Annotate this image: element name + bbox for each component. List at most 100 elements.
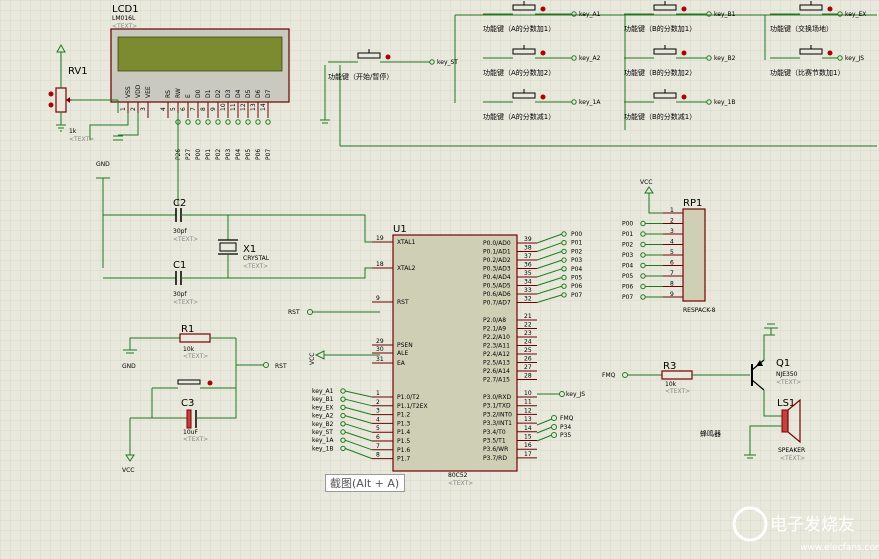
rp1-net-label: P05 bbox=[622, 273, 633, 280]
p3-fmq-net: FMQ bbox=[560, 415, 574, 422]
lcd-net-label: P04 bbox=[235, 149, 242, 160]
p0-net-label: P01 bbox=[571, 240, 582, 247]
p0-net-label: P00 bbox=[571, 231, 582, 238]
u1-text: <TEXT> bbox=[448, 480, 473, 487]
switch-pin-marker bbox=[540, 50, 546, 56]
rp1-pin-number: 5 bbox=[670, 249, 674, 256]
lcd1-ref: LCD1 bbox=[112, 4, 139, 15]
rp1-pin-number: 3 bbox=[670, 228, 674, 235]
u1-pin-number: 6 bbox=[376, 434, 380, 441]
u1-pin-label: P3.1/TXD bbox=[483, 403, 511, 410]
rp1-pin-number: 8 bbox=[670, 281, 674, 288]
lcd-pin-number: 6 bbox=[180, 107, 187, 111]
switch-actuator[interactable] bbox=[799, 4, 823, 11]
ea-vcc-label: VCC bbox=[309, 353, 316, 365]
r3-net: FMQ bbox=[602, 372, 616, 379]
switch-label: 功能键（交换场地） bbox=[770, 24, 833, 33]
lcd-pin-number: 9 bbox=[210, 107, 217, 111]
switch-pin-marker bbox=[681, 6, 687, 12]
switch-label: 功能键（A的分数加1） bbox=[483, 24, 555, 33]
lcd-pin-label: RS bbox=[165, 90, 172, 98]
u1-pin-number: 36 bbox=[524, 262, 532, 269]
switch-actuator[interactable] bbox=[653, 4, 677, 11]
u1-part: 80C52 bbox=[448, 472, 468, 479]
u1-pin-label: P0.1/AD1 bbox=[483, 249, 511, 256]
q1-part: NJE350 bbox=[776, 371, 798, 378]
u1-pin-label: P0.7/AD7 bbox=[483, 300, 511, 307]
ls1-part: SPEAKER bbox=[778, 447, 805, 454]
u1-pin-label: P1.0/T2 bbox=[397, 394, 420, 401]
watermark-logo-icon bbox=[732, 506, 768, 542]
u1-pin-label: P0.2/AD2 bbox=[483, 257, 511, 264]
u1-pin-label: P2.1/A9 bbox=[483, 326, 506, 333]
rp1-net-label: P06 bbox=[622, 284, 633, 291]
p1-net-label: key_A1 bbox=[312, 388, 334, 395]
p0-net-label: P04 bbox=[571, 266, 582, 273]
rv1-value: 1k bbox=[69, 128, 77, 135]
p0-net-label: P02 bbox=[571, 248, 582, 255]
u1-pin-number: 24 bbox=[524, 339, 532, 346]
p0-net-label: P06 bbox=[571, 283, 582, 290]
lcd-net-label: P06 bbox=[255, 149, 262, 160]
rst-label-2: RST bbox=[275, 363, 287, 370]
u1-pin-number: 39 bbox=[524, 236, 532, 243]
p1-net-label: key_1B bbox=[312, 445, 333, 452]
u1-pin-number: 32 bbox=[524, 296, 532, 303]
screenshot-tooltip: 截图(Alt + A) bbox=[325, 474, 405, 492]
u1-pin-label: P1.5 bbox=[397, 438, 410, 445]
u1-pin-label: ALE bbox=[397, 350, 408, 357]
switch-actuator[interactable] bbox=[653, 48, 677, 55]
x1-text: <TEXT> bbox=[243, 263, 268, 270]
lcd-pin-label: RW bbox=[175, 88, 182, 98]
switch-actuator[interactable] bbox=[512, 4, 536, 11]
u1-pin-label: P2.3/A11 bbox=[483, 343, 510, 350]
u1-pin-label: P1.7 bbox=[397, 456, 410, 463]
u1-pin-number: 15 bbox=[524, 434, 532, 441]
u1-pin-label: XTAL2 bbox=[397, 265, 416, 272]
u1-pin-number: 3 bbox=[376, 408, 380, 415]
lcd1-model: LM016L bbox=[112, 15, 136, 22]
switch-pin-marker bbox=[540, 6, 546, 12]
u1-pin-number: 26 bbox=[524, 356, 532, 363]
switch-net-label: key_A1 bbox=[579, 11, 601, 18]
watermark: 电子发烧友 www.elecfans.com bbox=[732, 506, 878, 553]
lcd-pin-label: E bbox=[185, 94, 192, 98]
u1[interactable]: U1 19 XTAL1 18 XTAL2 9 RST 29 PSEN 30 ALE 31 EA 1 P1.… bbox=[372, 224, 537, 487]
x1-value: CRYSTAL bbox=[243, 255, 270, 262]
switch-actuator[interactable] bbox=[512, 92, 536, 99]
rp1-part: RESPACK-8 bbox=[683, 307, 716, 314]
u1-pin-label: P3.6/WR bbox=[483, 446, 508, 453]
buzzer-label: 蜂鸣器 bbox=[700, 429, 721, 438]
switch-pin-marker bbox=[827, 6, 833, 12]
lcd-pin-number: 13 bbox=[250, 103, 257, 111]
switch-actuator[interactable] bbox=[512, 48, 536, 55]
switch-actuator[interactable] bbox=[357, 52, 381, 59]
p1-net-label: key_B1 bbox=[312, 396, 334, 403]
u1-pin-number: 31 bbox=[376, 356, 384, 363]
u1-pin-label: P3.7/RD bbox=[483, 455, 507, 462]
u1-pin-label: P3.0/RXD bbox=[483, 394, 511, 401]
switch-actuator[interactable] bbox=[653, 92, 677, 99]
u1-pin-number: 27 bbox=[524, 364, 532, 371]
switch-net-label: key_B2 bbox=[714, 55, 736, 62]
switch-actuator[interactable] bbox=[799, 48, 823, 55]
u1-pin-label: XTAL1 bbox=[397, 239, 416, 246]
lcd-pin-label: D1 bbox=[205, 89, 212, 98]
p1-net-label: key_A2 bbox=[312, 413, 334, 420]
rp1-net-label: P03 bbox=[622, 252, 633, 259]
switch-label: 功能键（B的分数加2） bbox=[624, 68, 696, 77]
u1-ref: U1 bbox=[393, 224, 407, 235]
u1-pin-number: 37 bbox=[524, 253, 532, 260]
switch-net-label: key_1B bbox=[714, 99, 735, 106]
lcd-net-label: P01 bbox=[205, 149, 212, 160]
p1-net-label: key_ST bbox=[312, 429, 333, 436]
c3-text: <TEXT> bbox=[183, 436, 208, 443]
schematic-canvas[interactable]: LCD1 LM016L <TEXT> VSS1VDD2VEE3RS4RW5P26… bbox=[0, 0, 879, 559]
switch-net-label: key_A2 bbox=[579, 55, 601, 62]
u1-pin-number: 13 bbox=[524, 416, 532, 423]
u1-pin-label: P1.3 bbox=[397, 420, 410, 427]
rp1-pin-number: 1 bbox=[670, 207, 674, 214]
c1-ref: C1 bbox=[173, 260, 186, 271]
lcd-net-label: P03 bbox=[225, 149, 232, 160]
p1-net-label: key_EX bbox=[312, 404, 333, 411]
